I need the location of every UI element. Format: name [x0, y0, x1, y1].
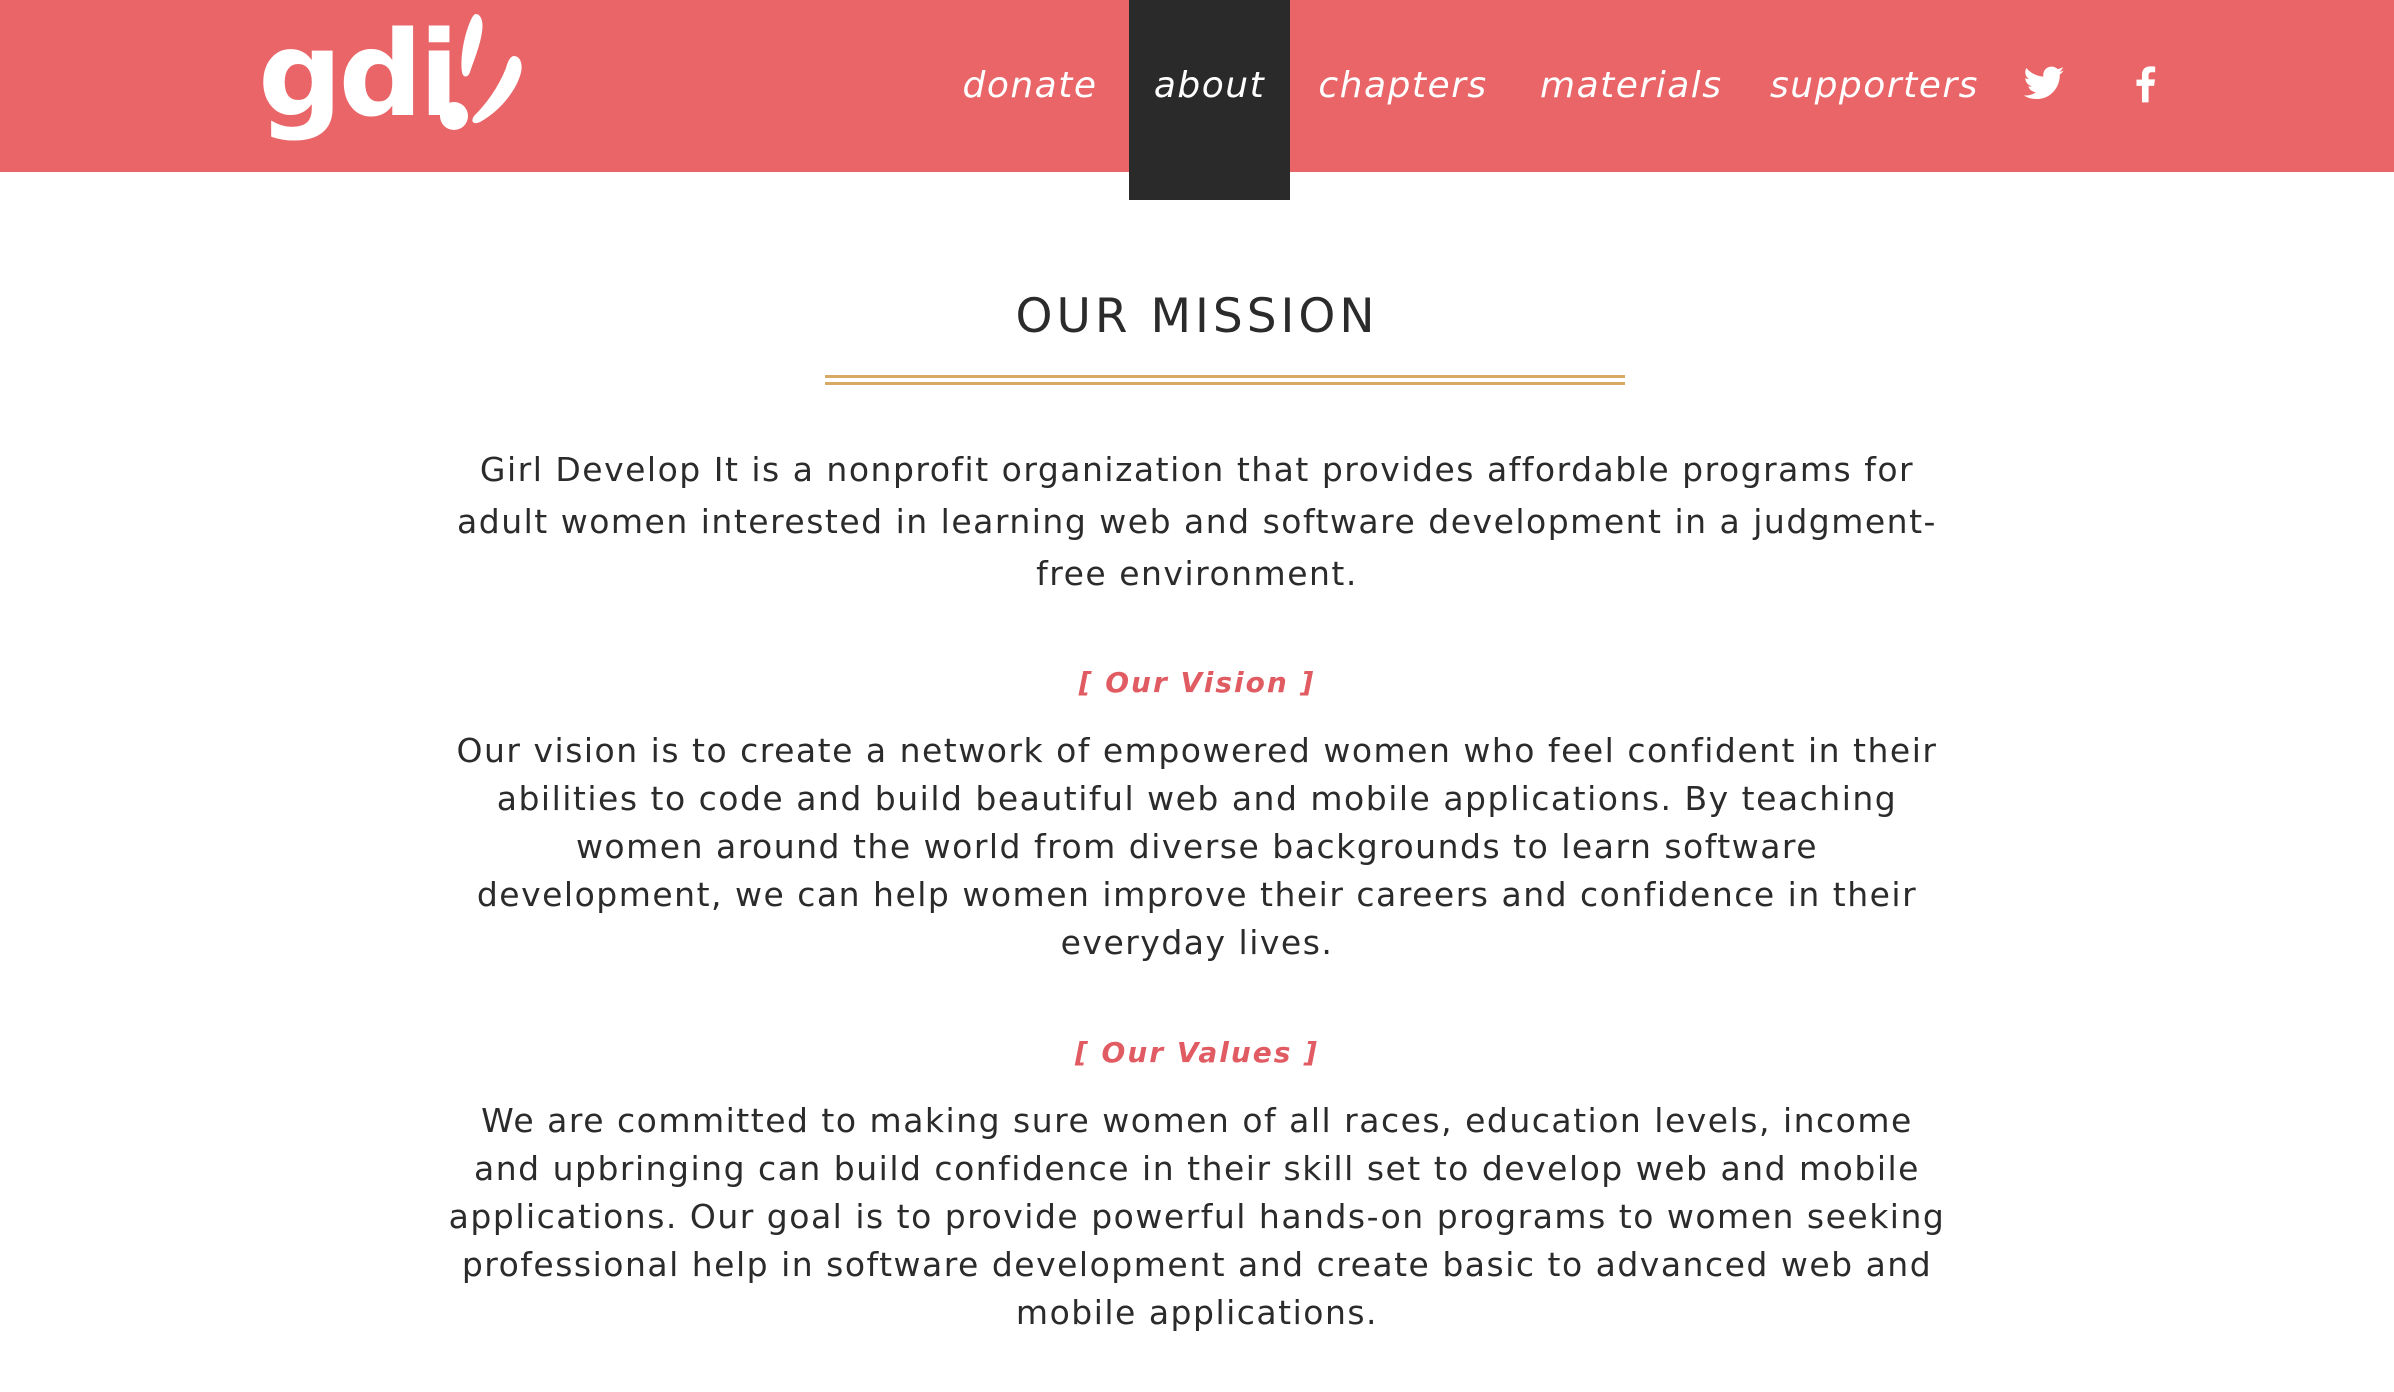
title-divider: [825, 375, 1625, 385]
main-content: OUR MISSION Girl Develop It is a nonprof…: [0, 172, 2394, 1392]
values-paragraph: We are committed to making sure women of…: [448, 1101, 1946, 1332]
nav-about-label: about: [1153, 65, 1266, 106]
site-header: gdi donate about chapters materials supp…: [0, 0, 2394, 200]
nav-chapters[interactable]: chapters: [1318, 0, 1488, 172]
twitter-link[interactable]: [2022, 62, 2066, 106]
vision-paragraph: Our vision is to create a network of emp…: [456, 731, 1938, 962]
twitter-icon: [2023, 66, 2065, 100]
facebook-icon: [2136, 66, 2156, 103]
values-heading: [ Our Values ]: [1075, 1036, 1319, 1069]
nav-donate[interactable]: donate: [960, 0, 1100, 172]
main-nav: donate about chapters materials supporte…: [0, 0, 2394, 200]
vision-heading: [ Our Vision ]: [1078, 666, 1316, 699]
facebook-link[interactable]: [2124, 62, 2168, 106]
page-title: OUR MISSION: [1015, 289, 1379, 344]
nav-supporters[interactable]: supporters: [1770, 0, 1977, 172]
mission-paragraph: Girl Develop It is a nonprofit organizat…: [457, 450, 1937, 593]
page: gdi donate about chapters materials supp…: [0, 0, 2394, 1392]
nav-materials[interactable]: materials: [1540, 0, 1721, 172]
nav-about[interactable]: about: [1129, 0, 1290, 200]
